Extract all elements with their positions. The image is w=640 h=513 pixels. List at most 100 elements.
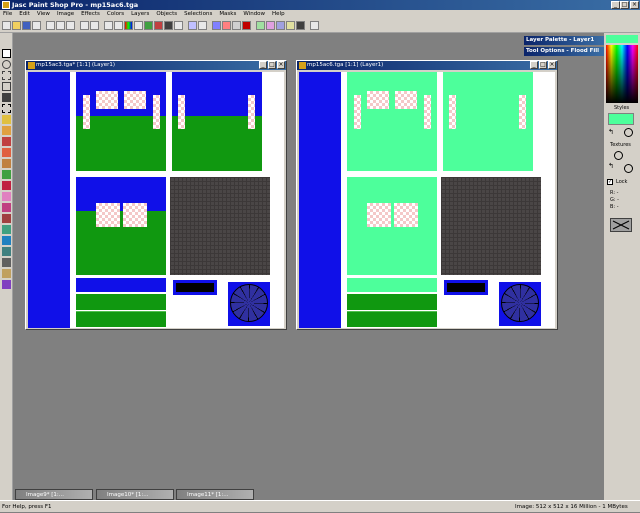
minimized-window-1[interactable]: Image9* [1:... [15, 489, 93, 500]
zoom-icon[interactable] [114, 21, 123, 30]
palette-icon[interactable] [134, 21, 143, 30]
swap-texture-icon[interactable]: ↰ [608, 162, 614, 170]
scratch-remover-icon[interactable] [2, 203, 11, 212]
doc2-maximize-button[interactable]: □ [539, 61, 547, 69]
lock-checkbox[interactable]: ✓ [607, 179, 613, 185]
eraser-icon[interactable] [2, 192, 11, 201]
script-edit-icon[interactable] [222, 21, 231, 30]
script-record-icon[interactable] [232, 21, 241, 30]
app-icon[interactable] [2, 1, 10, 9]
brush-preview [610, 218, 632, 232]
tool-options-icon[interactable] [174, 21, 183, 30]
document-icon [28, 62, 35, 69]
arrow-icon[interactable] [2, 49, 11, 58]
color-replacer-icon[interactable] [2, 170, 11, 179]
menu-file[interactable]: File [3, 10, 12, 19]
doc1-maximize-button[interactable]: □ [268, 61, 276, 69]
menu-masks[interactable]: Masks [219, 10, 236, 19]
minimized-title-1: Image9* [1:... [26, 492, 64, 498]
status-image-info: Image: 512 x 512 x 16 Million - 1 MBytes [515, 504, 628, 510]
overview-icon[interactable] [164, 21, 173, 30]
cross-icon [612, 220, 630, 230]
preset-shapes-icon[interactable] [2, 269, 11, 278]
help-icon[interactable] [310, 21, 319, 30]
minimized-title-2: Image10* [1:... [107, 492, 149, 498]
close-button[interactable]: × [630, 1, 639, 9]
null-style-icon[interactable] [624, 128, 633, 137]
doc2-canvas[interactable] [299, 72, 555, 328]
cut-icon[interactable] [46, 21, 55, 30]
doc2-close-button[interactable]: × [548, 61, 556, 69]
foreground-style-swatch[interactable] [608, 113, 634, 125]
menu-edit[interactable]: Edit [19, 10, 30, 19]
menu-objects[interactable]: Objects [156, 10, 177, 19]
foreground-texture-icon[interactable] [614, 151, 623, 160]
layer-palette-bar[interactable]: Layer Palette - Layer1 [524, 36, 604, 45]
undo-icon[interactable] [80, 21, 89, 30]
grid-icon[interactable] [188, 21, 197, 30]
menu-view[interactable]: View [37, 10, 50, 19]
lock-label: Lock [616, 179, 628, 185]
tool-options-title: Tool Options - Flood Fill [526, 48, 600, 54]
crop-icon[interactable] [2, 82, 11, 91]
minimized-window-2[interactable]: Image10* [1:... [96, 489, 174, 500]
color-picker-spectrum[interactable] [606, 45, 638, 103]
dropper-icon[interactable] [2, 137, 11, 146]
selection-icon[interactable] [2, 104, 11, 113]
doc1-canvas[interactable] [28, 72, 284, 328]
color-icon[interactable] [144, 21, 153, 30]
menu-layers[interactable]: Layers [131, 10, 149, 19]
doc1-close-button[interactable]: × [277, 61, 285, 69]
draw-icon[interactable] [2, 258, 11, 267]
retouch-icon[interactable] [2, 181, 11, 190]
script-stop-icon[interactable] [242, 21, 251, 30]
ruler-icon[interactable] [198, 21, 207, 30]
paste-icon[interactable] [66, 21, 75, 30]
save-icon[interactable] [22, 21, 31, 30]
document-icon [299, 62, 306, 69]
background-texture-icon[interactable] [624, 164, 633, 173]
menu-effects[interactable]: Effects [81, 10, 100, 19]
menu-colors[interactable]: Colors [107, 10, 124, 19]
document-window-2[interactable]: mp15ac6.tga [1:1] (Layer1) _ □ × [296, 60, 558, 330]
airbrush-icon[interactable] [2, 225, 11, 234]
lasso-icon[interactable] [2, 115, 11, 124]
clone-icon[interactable] [2, 159, 11, 168]
histogram-icon[interactable] [124, 21, 133, 30]
copy-icon[interactable] [56, 21, 65, 30]
script-run-icon[interactable] [212, 21, 221, 30]
zoom-tool-icon[interactable] [2, 60, 11, 69]
deform-tool-icon[interactable] [2, 71, 11, 80]
magic-wand-icon[interactable] [2, 126, 11, 135]
layers-icon[interactable] [154, 21, 163, 30]
fullscreen-icon[interactable] [296, 21, 305, 30]
print-icon[interactable] [32, 21, 41, 30]
doc1-minimize-button[interactable]: _ [259, 61, 267, 69]
document-window-1[interactable]: mp15ac3.tga* [1:1] (Layer1) _ □ × [25, 60, 287, 330]
maximize-button[interactable]: □ [620, 1, 629, 9]
minimized-window-3[interactable]: Image11* [1:... [176, 489, 254, 500]
filter-icon[interactable] [266, 21, 275, 30]
paintbrush-icon[interactable] [2, 148, 11, 157]
open-icon[interactable] [12, 21, 21, 30]
mover-icon[interactable] [2, 93, 11, 102]
text-icon[interactable] [2, 247, 11, 256]
flood-fill-icon[interactable] [2, 236, 11, 245]
swap-icon[interactable]: ↰ [608, 128, 614, 136]
menu-help[interactable]: Help [272, 10, 285, 19]
new-icon[interactable] [2, 21, 11, 30]
minimize-button[interactable]: _ [611, 1, 620, 9]
menu-image[interactable]: Image [57, 10, 74, 19]
doc2-title: mp15ac6.tga [1:1] (Layer1) [307, 62, 384, 68]
effect-browser-icon[interactable] [256, 21, 265, 30]
doc2-minimize-button[interactable]: _ [530, 61, 538, 69]
redo-icon[interactable] [90, 21, 99, 30]
preferences-icon[interactable] [286, 21, 295, 30]
menu-window[interactable]: Window [243, 10, 265, 19]
menu-selections[interactable]: Selections [184, 10, 212, 19]
object-selector-icon[interactable] [2, 280, 11, 289]
picture-tube-icon[interactable] [2, 214, 11, 223]
browse-icon[interactable] [104, 21, 113, 30]
deform-icon[interactable] [276, 21, 285, 30]
tool-options-bar[interactable]: Tool Options - Flood Fill [524, 47, 604, 56]
